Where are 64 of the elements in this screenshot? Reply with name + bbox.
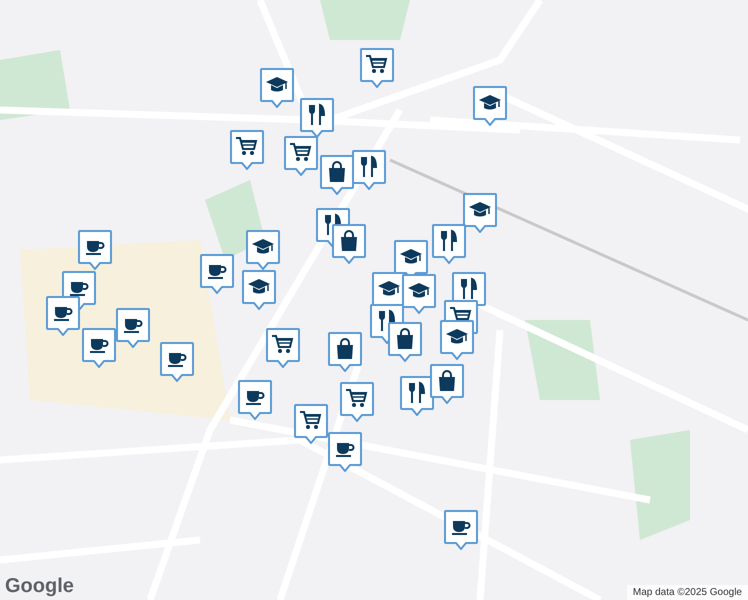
cup-icon <box>54 307 72 321</box>
shopping-bag-icon <box>337 338 353 359</box>
cup-icon <box>86 241 104 255</box>
google-logo[interactable]: Google <box>5 576 74 596</box>
shopping-bag-icon <box>439 370 455 391</box>
map-marker[interactable] <box>388 322 422 362</box>
fork-knife-icon <box>309 104 325 126</box>
cart-icon <box>236 137 258 155</box>
cup-icon <box>246 391 264 405</box>
graduation-cap-icon <box>378 281 400 296</box>
cart-icon <box>272 335 294 353</box>
map-marker[interactable] <box>340 382 374 422</box>
cup-icon <box>70 282 88 296</box>
cup-icon <box>208 265 226 279</box>
shopping-bag-icon <box>397 328 413 349</box>
cart-icon <box>366 55 388 73</box>
graduation-cap-icon <box>266 77 288 92</box>
map-marker[interactable] <box>328 432 362 472</box>
map-marker[interactable] <box>320 155 354 195</box>
map-marker[interactable] <box>260 68 294 108</box>
fork-knife-icon <box>441 230 457 252</box>
map-marker[interactable] <box>160 342 194 382</box>
cup-icon <box>90 339 108 353</box>
cup-icon <box>168 353 186 367</box>
map-marker[interactable] <box>200 254 234 294</box>
shopping-bag-icon <box>341 230 357 251</box>
map-marker[interactable] <box>440 320 474 360</box>
map-marker[interactable] <box>78 230 112 270</box>
graduation-cap-icon <box>400 249 422 264</box>
map-marker[interactable] <box>238 380 272 420</box>
cup-icon <box>124 319 142 333</box>
fork-knife-icon <box>379 310 395 332</box>
map-marker[interactable] <box>328 332 362 372</box>
map-marker[interactable] <box>430 364 464 404</box>
map-marker[interactable] <box>332 224 366 264</box>
map-marker[interactable] <box>444 510 478 550</box>
graduation-cap-icon <box>469 202 491 216</box>
map-marker[interactable] <box>266 328 300 368</box>
map-marker[interactable] <box>82 328 116 368</box>
fork-knife-icon <box>461 278 477 300</box>
map-marker[interactable] <box>246 230 280 270</box>
map-marker[interactable] <box>473 86 507 126</box>
graduation-cap-icon <box>408 283 430 298</box>
graduation-cap-icon <box>479 95 501 110</box>
map-attribution: Map data ©2025 Google <box>626 585 748 600</box>
shopping-bag-icon <box>329 161 345 182</box>
cup-icon <box>452 521 470 535</box>
map-marker[interactable] <box>230 130 264 170</box>
graduation-cap-icon <box>248 279 270 294</box>
cart-icon <box>346 389 368 407</box>
map-marker[interactable] <box>242 270 276 310</box>
cup-icon <box>336 443 354 457</box>
fork-knife-icon <box>361 156 377 178</box>
cart-icon <box>300 411 322 429</box>
map-marker[interactable] <box>432 224 466 264</box>
map-marker[interactable] <box>360 48 394 88</box>
map-marker[interactable] <box>284 136 318 176</box>
map-marker[interactable] <box>46 296 80 336</box>
cart-icon <box>290 143 312 161</box>
map-marker[interactable] <box>116 308 150 348</box>
map-marker[interactable] <box>294 404 328 444</box>
graduation-cap-icon <box>446 329 468 344</box>
fork-knife-icon <box>409 382 425 404</box>
graduation-cap-icon <box>252 239 274 254</box>
